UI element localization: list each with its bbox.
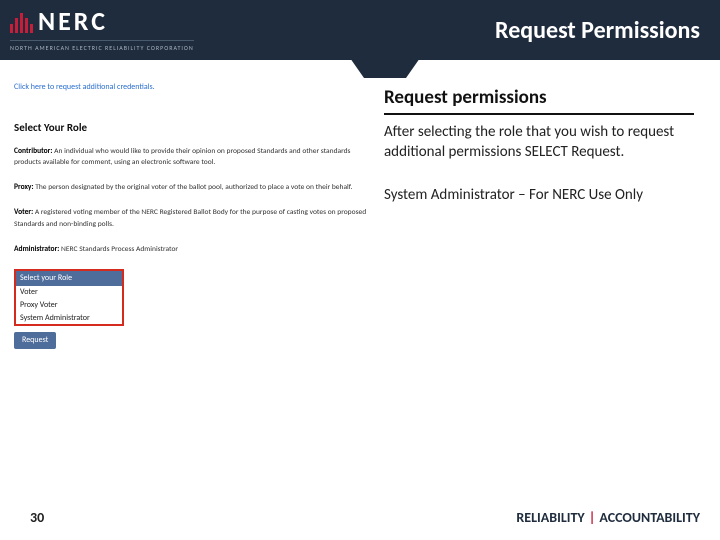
role-proxy: Proxy: The person designated by the orig… [14,182,372,193]
role-proxy-text: The person designated by the original vo… [34,183,353,192]
motto-left: RELIABILITY [516,509,584,526]
dropdown-option-voter[interactable]: Voter [16,286,122,299]
role-voter: Voter: A registered voting member of the… [14,207,372,230]
tab-notch-icon [350,58,420,78]
footer-motto: RELIABILITY |ACCOUNTABILITY [516,509,700,526]
slide-title: Request Permissions [495,16,700,45]
role-dropdown[interactable]: Select your Role Voter Proxy Voter Syste… [14,269,124,326]
role-admin: Administrator: NERC Standards Process Ad… [14,244,372,255]
role-contributor-text: An individual who would like to provide … [14,147,351,167]
logo-subtitle: NORTH AMERICAN ELECTRIC RELIABILITY CORP… [10,40,194,52]
footer: 30 RELIABILITY |ACCOUNTABILITY [0,509,720,526]
dropdown-selected[interactable]: Select your Role [16,271,122,286]
role-contributor: Contributor: An individual who would lik… [14,146,372,169]
panel-body-2: System Administrator – For NERC Use Only [384,186,694,206]
explanation-panel: Request permissions After selecting the … [384,82,694,349]
page-number: 30 [30,509,44,526]
panel-title: Request permissions [384,86,694,115]
motto-separator: | [589,509,596,526]
logo-main: NERC [10,8,194,37]
logo-bars-icon [10,11,35,37]
logo-text: NERC [38,5,108,37]
content: Click here to request additional credent… [0,60,720,349]
dropdown-option-proxy[interactable]: Proxy Voter [16,299,122,312]
panel-body-1: After selecting the role that you wish t… [384,123,694,162]
logo: NERC NORTH AMERICAN ELECTRIC RELIABILITY… [10,8,194,52]
select-role-heading: Select Your Role [14,121,372,136]
role-contributor-label: Contributor: [14,147,52,156]
role-voter-label: Voter: [14,208,33,217]
request-credentials-link[interactable]: Click here to request additional credent… [14,82,372,93]
role-proxy-label: Proxy: [14,183,34,192]
role-admin-text: NERC Standards Process Administrator [59,245,178,254]
role-voter-text: A registered voting member of the NERC R… [14,208,366,228]
dropdown-option-sysadmin[interactable]: System Administrator [16,312,122,325]
screenshot-panel: Click here to request additional credent… [14,82,372,349]
role-admin-label: Administrator: [14,245,59,254]
request-button[interactable]: Request [14,332,56,349]
motto-right: ACCOUNTABILITY [599,509,700,526]
